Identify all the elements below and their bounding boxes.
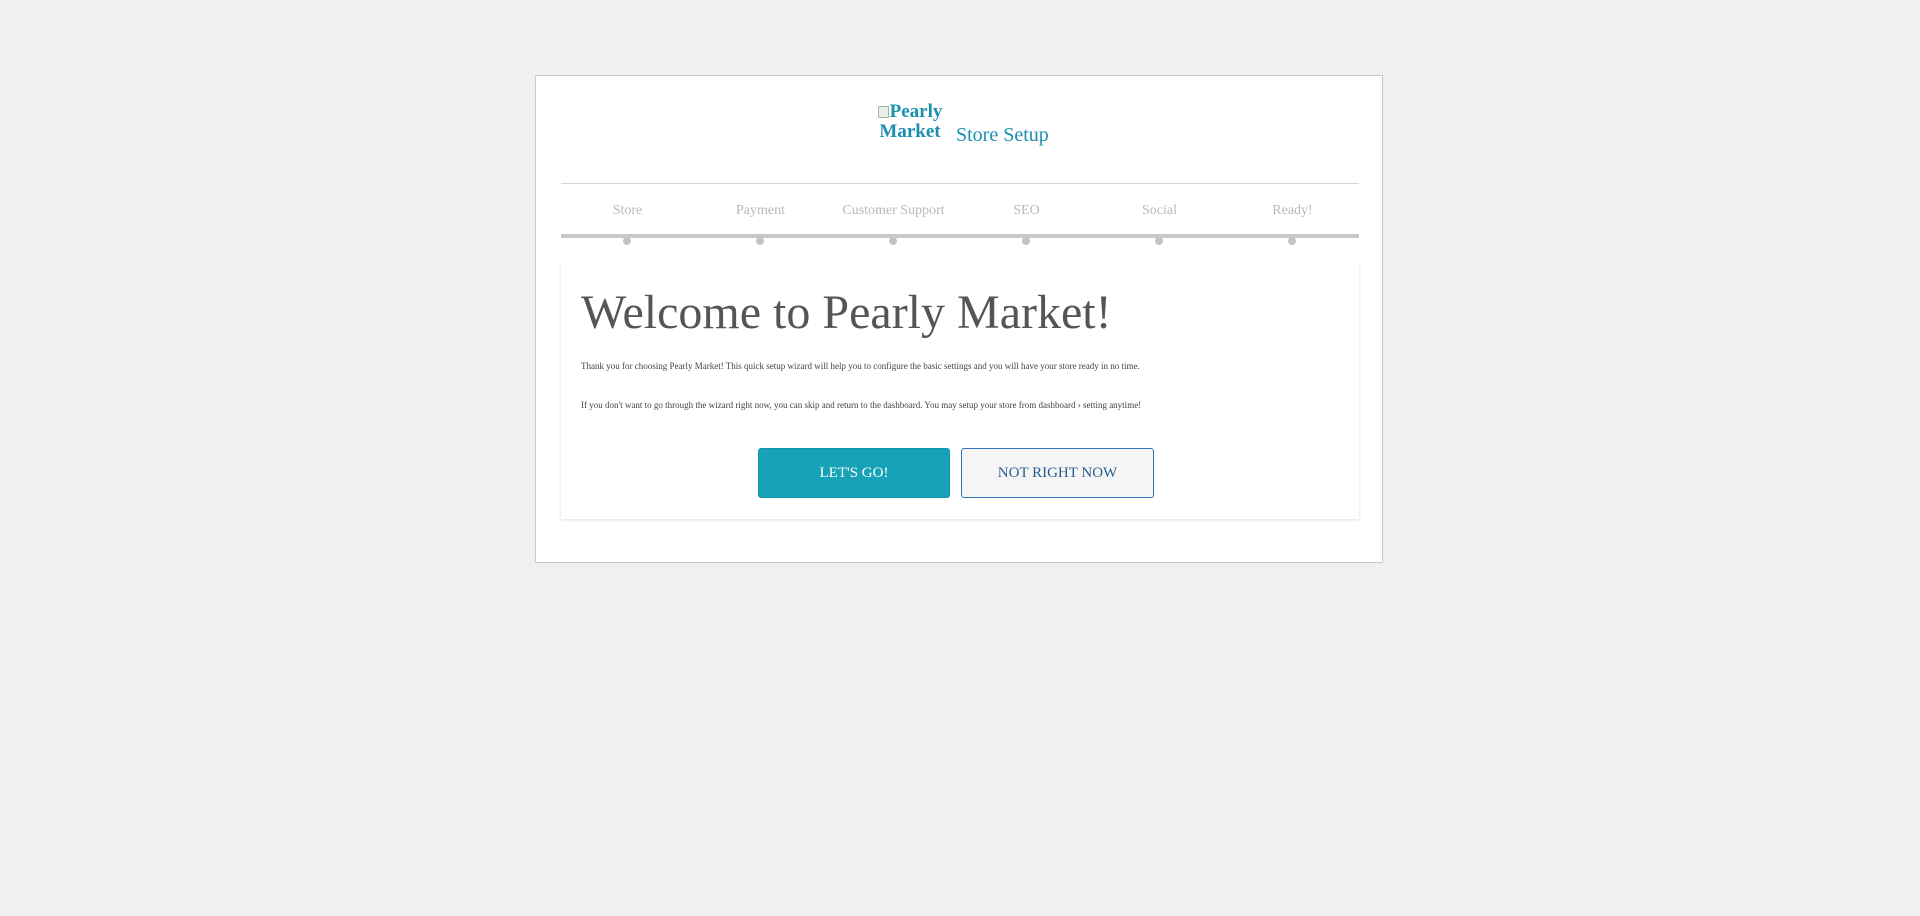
step-payment: Payment [694, 203, 827, 245]
welcome-heading: Welcome to Pearly Market! [581, 286, 1112, 339]
step-social: Social [1093, 203, 1226, 245]
broken-image-icon [877, 106, 889, 118]
wizard-header: Pearly Market Store Setup [536, 102, 1382, 162]
not-right-now-button[interactable]: NOT RIGHT NOW [961, 448, 1154, 498]
setup-wizard-frame: Pearly Market Store Setup Store Payment … [535, 75, 1383, 563]
intro-text: Thank you for choosing Pearly Market! Th… [581, 361, 1140, 371]
logo-alt-text: Pearly Market [879, 101, 943, 142]
page-title: Store Setup [956, 124, 1049, 146]
step-dot-icon [1287, 237, 1296, 245]
step-label: Ready! [1272, 203, 1313, 218]
step-label: Payment [736, 203, 785, 218]
skip-text: If you don't want to go through the wiza… [581, 400, 1142, 410]
step-label: SEO [1013, 203, 1040, 218]
welcome-card: Welcome to Pearly Market! Thank you for … [561, 263, 1359, 519]
step-label: Customer Support [842, 203, 945, 218]
progress-bar [561, 234, 1359, 238]
step-customer-support: Customer Support [827, 203, 960, 245]
wizard-steps: Store Payment Customer Support SEO Socia… [561, 203, 1359, 245]
logo: Pearly Market [870, 102, 950, 142]
step-seo: SEO [960, 203, 1093, 245]
step-label: Store [612, 203, 643, 218]
step-dot-icon [888, 237, 897, 245]
step-store: Store [561, 203, 694, 245]
header-divider [561, 183, 1359, 184]
step-label: Social [1142, 203, 1177, 218]
step-ready: Ready! [1226, 203, 1359, 245]
step-dot-icon [1154, 237, 1163, 245]
step-dot-icon [1021, 237, 1030, 245]
lets-go-button[interactable]: LET'S GO! [758, 448, 950, 498]
step-dot-icon [622, 237, 631, 245]
step-dot-icon [755, 237, 764, 245]
